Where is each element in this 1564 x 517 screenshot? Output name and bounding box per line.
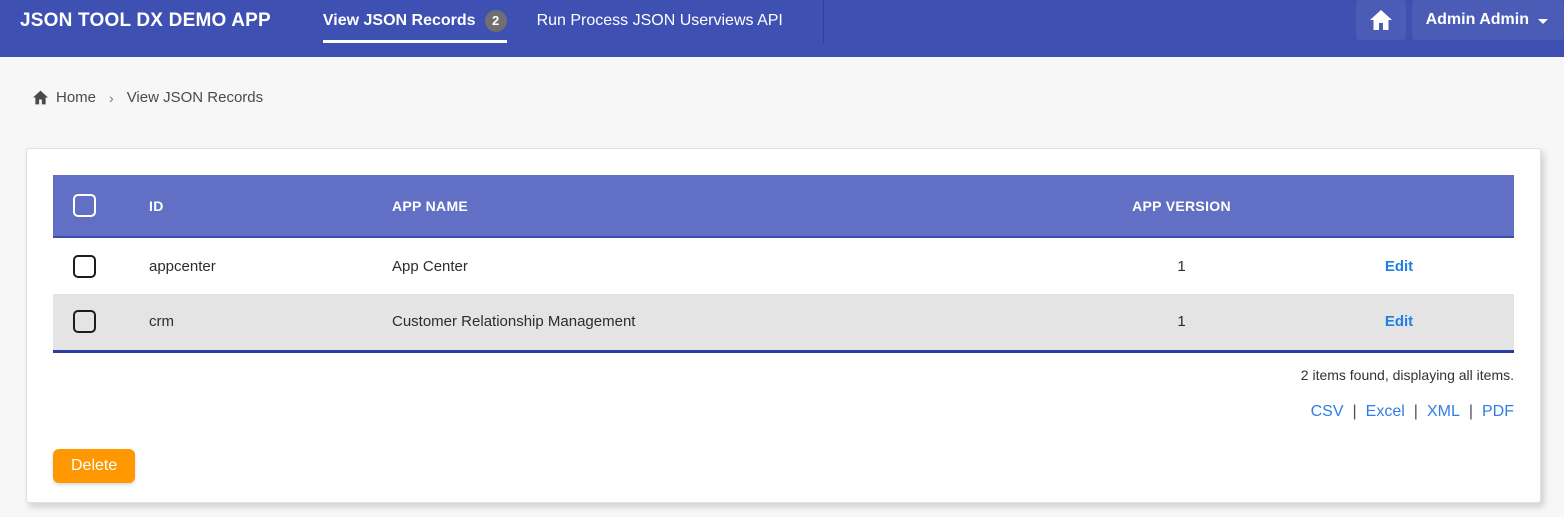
row-checkbox[interactable] (73, 310, 96, 334)
header-app-version: APP VERSION (1079, 175, 1284, 237)
records-card: ID APP NAME APP VERSION appcenter App Ce… (26, 148, 1541, 503)
export-excel-link[interactable]: Excel (1366, 403, 1405, 420)
home-icon (1369, 9, 1393, 31)
table-row: crm Customer Relationship Management 1 E… (53, 294, 1514, 351)
edit-link[interactable]: Edit (1385, 313, 1413, 330)
user-menu-label: Admin Admin (1425, 11, 1529, 28)
select-all-checkbox[interactable] (73, 194, 96, 217)
breadcrumb-home-link[interactable]: Home (32, 89, 96, 106)
breadcrumb-home-label: Home (56, 89, 97, 106)
export-csv-link[interactable]: CSV (1311, 403, 1344, 420)
tab-gap (507, 0, 537, 44)
tab-view-json-records[interactable]: View JSON Records 2 (322, 0, 507, 43)
navbar-divider (822, 0, 824, 44)
header-id: ID (131, 175, 374, 237)
items-found-summary: 2 items found, displaying all items. (1300, 366, 1514, 383)
home-icon (32, 90, 56, 105)
header-checkbox-cell (53, 175, 131, 237)
chevron-down-icon (1538, 18, 1548, 24)
export-pdf-link[interactable]: PDF (1482, 403, 1514, 420)
breadcrumb-current-page: View JSON Records (126, 89, 264, 106)
cell-app-name: App Center (392, 257, 468, 275)
export-separator: | (1468, 402, 1473, 420)
export-separator: | (1352, 402, 1357, 420)
table-row: appcenter App Center 1 Edit (53, 237, 1514, 294)
export-separator: | (1413, 402, 1418, 420)
header-app-name: APP NAME (374, 175, 1079, 237)
app-title: JSON TOOL DX DEMO APP (20, 10, 271, 31)
cell-action: Edit (1284, 237, 1514, 294)
cell-id: appcenter (149, 257, 216, 275)
user-menu-button[interactable]: Admin Admin (1411, 0, 1564, 40)
edit-link[interactable]: Edit (1385, 258, 1413, 275)
cell-app-version: 1 (1177, 257, 1186, 275)
navbar-right-group: Admin Admin (1355, 0, 1564, 44)
breadcrumb-separator: › (109, 89, 114, 106)
nav-tabs: View JSON Records 2 Run Process JSON Use… (322, 0, 824, 44)
cell-id: crm (149, 313, 174, 331)
row-checkbox-cell (53, 237, 131, 294)
tab-run-process-json-userviews-api[interactable]: Run Process JSON Userviews API (537, 0, 783, 41)
delete-button[interactable]: Delete (53, 448, 136, 483)
header-actions (1284, 175, 1514, 237)
tab-label: View JSON Records (322, 11, 476, 29)
table-header-row: ID APP NAME APP VERSION (53, 175, 1514, 237)
json-records-table: ID APP NAME APP VERSION appcenter App Ce… (53, 175, 1514, 353)
breadcrumb: Home › View JSON Records (32, 89, 1564, 106)
row-checkbox[interactable] (73, 254, 96, 278)
tab-label: Run Process JSON Userviews API (536, 11, 783, 29)
export-links: CSV | Excel | XML | PDF (53, 403, 1514, 421)
top-navbar: JSON TOOL DX DEMO APP View JSON Records … (0, 0, 1564, 57)
row-checkbox-cell (53, 294, 131, 351)
cell-app-version: 1 (1177, 313, 1186, 331)
record-count-badge: 2 (484, 9, 507, 32)
cell-action: Edit (1284, 294, 1514, 351)
cell-app-name: Customer Relationship Management (392, 313, 636, 331)
home-button[interactable] (1355, 0, 1406, 40)
export-xml-link[interactable]: XML (1427, 403, 1460, 420)
